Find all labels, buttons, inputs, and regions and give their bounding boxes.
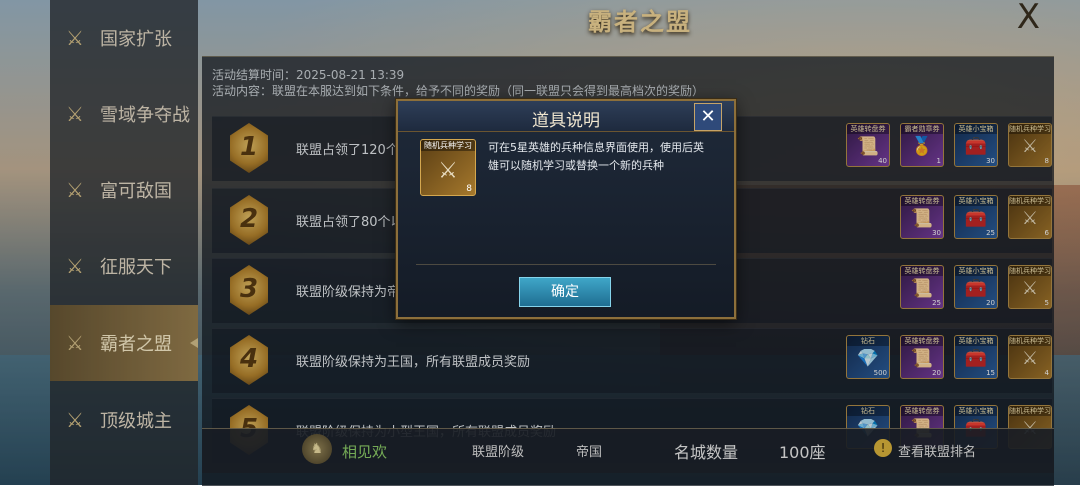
dialog-item-count: 8	[466, 184, 472, 194]
item-info-dialog: 道具说明 ✕ 随机兵种学习 ⚔ 8 可在5星英雄的兵种信息界面使用，使用后英雄可…	[396, 99, 736, 319]
dialog-item-name: 随机兵种学习	[421, 140, 475, 151]
confirm-button[interactable]: 确定	[519, 277, 611, 307]
dialog-item-icon: 随机兵种学习 ⚔ 8	[420, 139, 476, 196]
soldiers-icon: ⚔	[438, 158, 458, 184]
dialog-close-button[interactable]: ✕	[694, 103, 722, 131]
dialog-description: 可在5星英雄的兵种信息界面使用，使用后英雄可以随机学习或替换一个新的兵种	[488, 141, 704, 172]
dialog-divider	[416, 264, 716, 265]
dialog-title: 道具说明	[532, 111, 600, 131]
